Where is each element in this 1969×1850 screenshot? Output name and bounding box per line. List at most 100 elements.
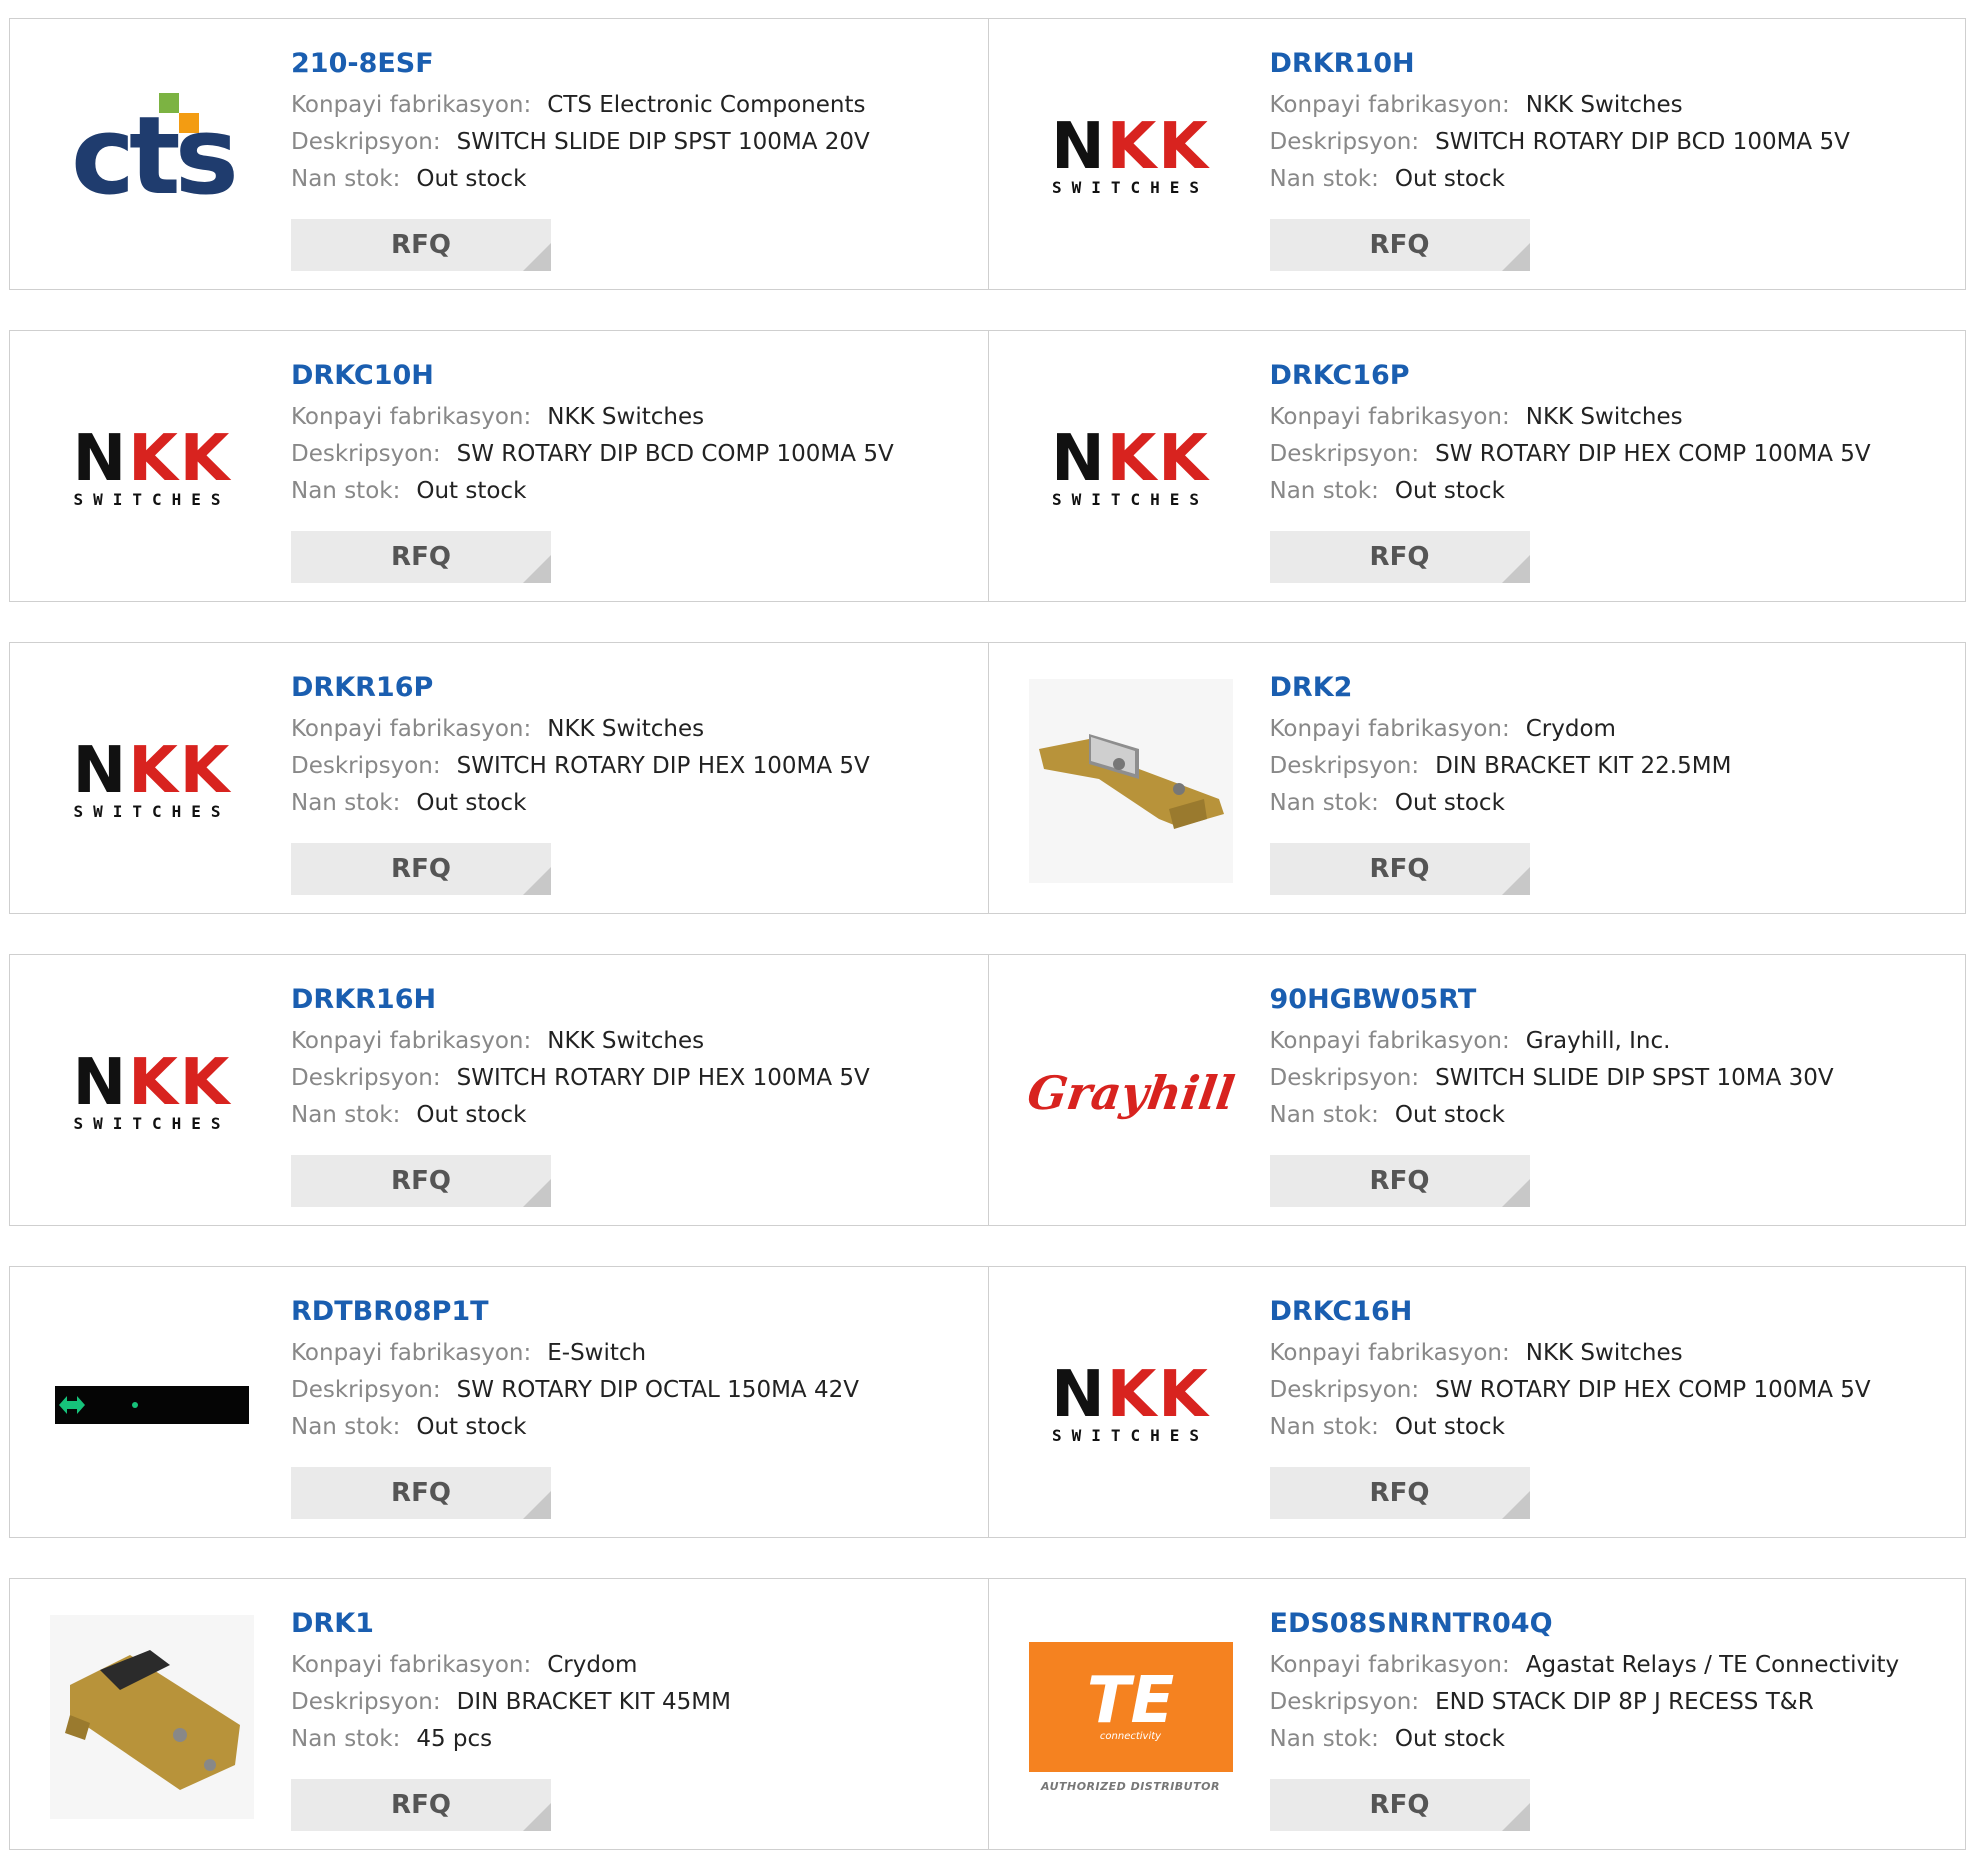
manufacturer-value: Grayhill, Inc. bbox=[1525, 1028, 1671, 1054]
manufacturer-label: Konpayi fabrikasyon: bbox=[1269, 716, 1510, 742]
description-value: DIN BRACKET KIT 22.5MM bbox=[1435, 753, 1732, 779]
description-label: Deskripsyon: bbox=[1269, 1065, 1420, 1091]
manufacturer-label: Konpayi fabrikasyon: bbox=[291, 716, 532, 742]
corner-triangle-icon bbox=[1501, 555, 1530, 583]
manufacturer-label: Konpayi fabrikasyon: bbox=[291, 1028, 532, 1054]
rfq-button[interactable]: RFQ bbox=[291, 1155, 551, 1207]
part-number-link[interactable]: EDS08SNRNTR04Q bbox=[1270, 1607, 1553, 1641]
part-number-link[interactable]: 90HGBW05RT bbox=[1270, 983, 1477, 1017]
part-number-link[interactable]: DRK2 bbox=[1270, 671, 1353, 705]
part-number-link[interactable]: RDTBR08P1T bbox=[291, 1295, 489, 1329]
product-row: DRK1 Konpayi fabrikasyon: Crydom Deskrips… bbox=[9, 1578, 1966, 1850]
part-number-link[interactable]: DRKR10H bbox=[1270, 47, 1415, 81]
corner-triangle-icon bbox=[1501, 867, 1530, 895]
corner-triangle-icon bbox=[1501, 1803, 1530, 1831]
stock-label: Nan stok: bbox=[1269, 1726, 1379, 1752]
rfq-button[interactable]: RFQ bbox=[291, 219, 551, 271]
grayhill-logo: Grayhill bbox=[1023, 1066, 1238, 1120]
stock-label: Nan stok: bbox=[291, 1414, 401, 1440]
part-number-link[interactable]: DRK1 bbox=[291, 1607, 374, 1641]
manufacturer-label: Konpayi fabrikasyon: bbox=[1269, 1028, 1510, 1054]
manufacturer-value: NKK Switches bbox=[1525, 404, 1683, 430]
manufacturer-value: Crydom bbox=[1525, 716, 1616, 742]
product-row: NKK SWITCHES DRKR16P Konpayi fabrikasyon:… bbox=[9, 642, 1966, 914]
product-card: TE connectivity AUTHORIZED DISTRIBUTOR E… bbox=[987, 1579, 1966, 1849]
description-value: SW ROTARY DIP OCTAL 150MA 42V bbox=[456, 1377, 859, 1403]
manufacturer-value: NKK Switches bbox=[1525, 92, 1683, 118]
product-card: Grayhill 90HGBW05RT Konpayi fabrikasyon:… bbox=[987, 955, 1966, 1225]
stock-label: Nan stok: bbox=[291, 1102, 401, 1128]
part-number-link[interactable]: 210-8ESF bbox=[291, 47, 434, 81]
rfq-label: RFQ bbox=[1369, 230, 1430, 260]
description-label: Deskripsyon: bbox=[1269, 1377, 1420, 1403]
stock-value: Out stock bbox=[1394, 166, 1505, 192]
part-number-link[interactable]: DRKC10H bbox=[291, 359, 434, 393]
manufacturer-value: Crydom bbox=[547, 1652, 638, 1678]
rfq-label: RFQ bbox=[391, 854, 451, 884]
description-label: Deskripsyon: bbox=[291, 1377, 441, 1403]
product-card: cts 210-8ESF Konpayi fabrikasyon: CTS Ele… bbox=[10, 19, 988, 289]
rfq-button[interactable]: RFQ bbox=[1269, 1467, 1530, 1519]
product-row: cts 210-8ESF Konpayi fabrikasyon: CTS Ele… bbox=[9, 18, 1966, 290]
manufacturer-value: CTS Electronic Components bbox=[547, 92, 866, 118]
corner-triangle-icon bbox=[1501, 243, 1530, 271]
cts-logo: cts bbox=[71, 93, 239, 219]
nkk-logo: NKK SWITCHES bbox=[1051, 1357, 1210, 1445]
description-value: SW ROTARY DIP BCD COMP 100MA 5V bbox=[456, 441, 894, 467]
manufacturer-label: Konpayi fabrikasyon: bbox=[1269, 404, 1510, 430]
description-value: SWITCH ROTARY DIP HEX 100MA 5V bbox=[456, 1065, 870, 1091]
manufacturer-value: NKK Switches bbox=[547, 404, 705, 430]
din-bracket-image bbox=[1028, 679, 1233, 883]
description-label: Deskripsyon: bbox=[1269, 1689, 1420, 1715]
manufacturer-label: Konpayi fabrikasyon: bbox=[291, 1340, 532, 1366]
manufacturer-label: Konpayi fabrikasyon: bbox=[1269, 1340, 1510, 1366]
manufacturer-value: NKK Switches bbox=[1525, 1340, 1683, 1366]
rfq-button[interactable]: RFQ bbox=[1269, 1155, 1530, 1207]
rfq-button[interactable]: RFQ bbox=[1269, 843, 1530, 895]
product-card: NKK SWITCHES DRKC16H Konpayi fabrikasyon:… bbox=[987, 1267, 1966, 1537]
rfq-label: RFQ bbox=[391, 230, 451, 260]
corner-triangle-icon bbox=[523, 1179, 551, 1207]
rfq-label: RFQ bbox=[1369, 542, 1430, 572]
description-label: Deskripsyon: bbox=[1269, 441, 1420, 467]
manufacturer-label: Konpayi fabrikasyon: bbox=[291, 1652, 532, 1678]
stock-label: Nan stok: bbox=[1269, 478, 1379, 504]
rfq-label: RFQ bbox=[1369, 854, 1430, 884]
part-number-link[interactable]: DRKC16P bbox=[1270, 359, 1410, 393]
product-card: NKK SWITCHES DRKR16H Konpayi fabrikasyon:… bbox=[10, 955, 988, 1225]
rfq-button[interactable]: RFQ bbox=[1269, 531, 1530, 583]
product-card: NKK SWITCHES DRKR16P Konpayi fabrikasyon:… bbox=[10, 643, 988, 913]
description-value: SW ROTARY DIP HEX COMP 100MA 5V bbox=[1435, 441, 1871, 467]
stock-label: Nan stok: bbox=[1269, 166, 1379, 192]
product-card: NKK SWITCHES DRKC16P Konpayi fabrikasyon:… bbox=[987, 331, 1966, 601]
manufacturer-value: Agastat Relays / TE Connectivity bbox=[1525, 1652, 1900, 1678]
stock-value: Out stock bbox=[416, 166, 527, 192]
rfq-button[interactable]: RFQ bbox=[291, 531, 551, 583]
description-value: SWITCH SLIDE DIP SPST 10MA 30V bbox=[1435, 1065, 1834, 1091]
rfq-button[interactable]: RFQ bbox=[1269, 219, 1530, 271]
rfq-label: RFQ bbox=[1369, 1790, 1430, 1820]
part-number-link[interactable]: DRKR16H bbox=[291, 983, 436, 1017]
rfq-button[interactable]: RFQ bbox=[291, 1467, 551, 1519]
corner-triangle-icon bbox=[523, 243, 551, 271]
product-row: NKK SWITCHES DRKC10H Konpayi fabrikasyon:… bbox=[9, 330, 1966, 602]
part-number-link[interactable]: DRKC16H bbox=[1270, 1295, 1413, 1329]
product-card: DRK1 Konpayi fabrikasyon: Crydom Deskrips… bbox=[10, 1579, 988, 1849]
te-logo: TE connectivity AUTHORIZED DISTRIBUTOR bbox=[1028, 1615, 1233, 1819]
description-label: Deskripsyon: bbox=[291, 1689, 441, 1715]
product-row: RDTBR08P1T Konpayi fabrikasyon: E-Switch … bbox=[9, 1266, 1966, 1538]
manufacturer-label: Konpayi fabrikasyon: bbox=[291, 92, 532, 118]
stock-value: Out stock bbox=[416, 1414, 527, 1440]
nkk-logo: NKK SWITCHES bbox=[72, 733, 232, 821]
stock-value: Out stock bbox=[1394, 790, 1505, 816]
part-number-link[interactable]: DRKR16P bbox=[291, 671, 433, 705]
description-label: Deskripsyon: bbox=[291, 753, 441, 779]
rfq-button[interactable]: RFQ bbox=[291, 1779, 551, 1831]
stock-value: 45 pcs bbox=[416, 1726, 493, 1752]
stock-value: Out stock bbox=[416, 790, 527, 816]
rfq-button[interactable]: RFQ bbox=[1269, 1779, 1530, 1831]
stock-label: Nan stok: bbox=[291, 1726, 401, 1752]
rfq-button[interactable]: RFQ bbox=[291, 843, 551, 895]
description-label: Deskripsyon: bbox=[291, 441, 441, 467]
product-row: NKK SWITCHES DRKR16H Konpayi fabrikasyon:… bbox=[9, 954, 1966, 1226]
